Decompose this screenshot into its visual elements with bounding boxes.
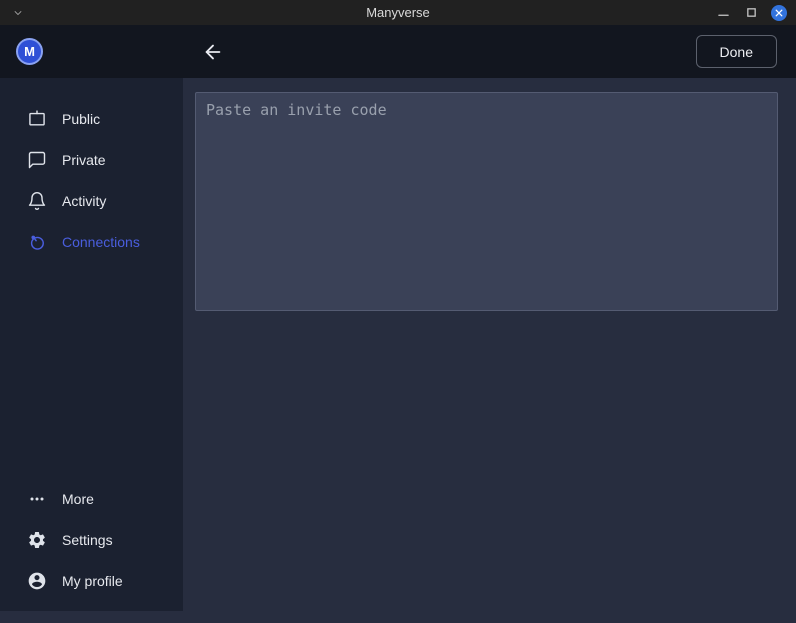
back-arrow-icon[interactable] [201, 40, 225, 64]
network-icon [27, 232, 47, 252]
gear-icon [27, 530, 47, 550]
sidebar-item-private[interactable]: Private [0, 139, 183, 180]
person-circle-icon [27, 571, 47, 591]
window-controls [715, 5, 787, 21]
bell-icon [27, 191, 47, 211]
sidebar-item-label: Settings [62, 532, 113, 548]
app-body: Public Private Activity [0, 78, 796, 623]
invite-code-input[interactable] [195, 92, 778, 311]
sidebar-item-label: More [62, 491, 94, 507]
sidebar: Public Private Activity [0, 78, 183, 611]
titlebar-menu-chevron-icon[interactable] [10, 5, 26, 21]
close-icon[interactable] [771, 5, 787, 21]
manyverse-logo: M [16, 38, 43, 65]
window-title: Manyverse [0, 5, 796, 20]
sidebar-item-label: Activity [62, 193, 106, 209]
titlebar: Manyverse [0, 0, 796, 25]
sidebar-item-label: Private [62, 152, 106, 168]
sidebar-item-settings[interactable]: Settings [0, 519, 183, 560]
sidebar-item-activity[interactable]: Activity [0, 180, 183, 221]
bulletin-board-icon [27, 109, 47, 129]
sidebar-item-label: Public [62, 111, 100, 127]
sidebar-item-public[interactable]: Public [0, 98, 183, 139]
done-button[interactable]: Done [696, 35, 777, 68]
sidebar-item-my-profile[interactable]: My profile [0, 560, 183, 601]
sidebar-nav: Public Private Activity [0, 78, 183, 262]
app-header: M Done [0, 25, 796, 78]
sidebar-item-more[interactable]: More [0, 478, 183, 519]
dots-horizontal-icon [27, 489, 47, 509]
sidebar-item-label: My profile [62, 573, 123, 589]
restore-window-icon[interactable] [743, 5, 759, 21]
sidebar-item-label: Connections [62, 234, 140, 250]
minimize-icon[interactable] [715, 5, 731, 21]
message-square-icon [27, 150, 47, 170]
sidebar-footer-nav: More Settings My profile [0, 478, 183, 601]
sidebar-item-connections[interactable]: Connections [0, 221, 183, 262]
manyverse-window: Manyverse M Done [0, 0, 796, 623]
